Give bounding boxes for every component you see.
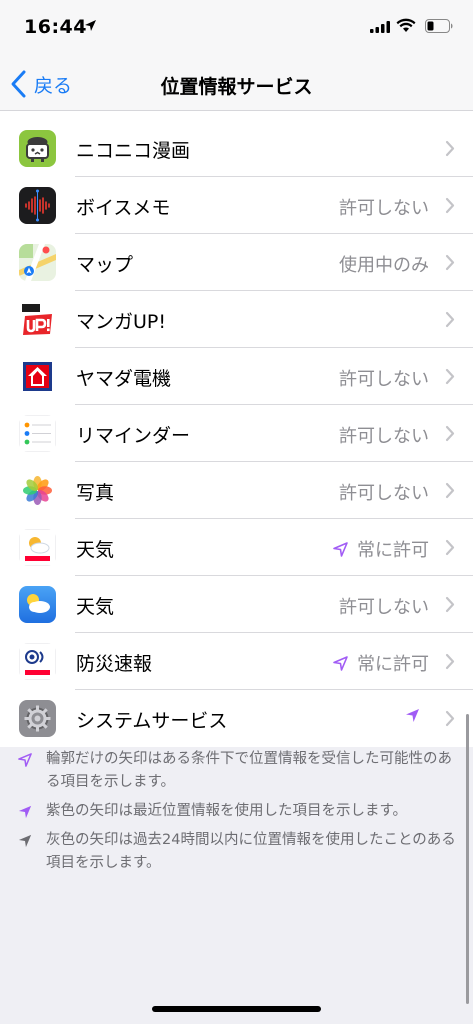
yahoo-weather-icon [19, 529, 56, 566]
purple-location-arrow-icon [406, 709, 419, 722]
cellular-signal-icon [370, 21, 390, 33]
yamada-denki-icon [19, 358, 56, 395]
gray-arrow-icon [18, 834, 32, 848]
legend-text: 輪郭だけの矢印はある条件下で位置情報を受信した可能性のある項目を示します。 [46, 751, 452, 790]
home-indicator[interactable] [152, 1006, 321, 1012]
app-row-yahoo-weather[interactable]: 天気 常に許可 [0, 519, 473, 576]
chevron-right-icon [445, 482, 455, 499]
app-row-weather[interactable]: 天気 許可しない [0, 576, 473, 633]
outline-arrow-icon [18, 753, 32, 767]
app-row-reminders[interactable]: リマインダー 許可しない [0, 405, 473, 462]
outline-location-arrow-icon [333, 655, 348, 671]
location-arrow-legend: 輪郭だけの矢印はある条件下で位置情報を受信した可能性のある項目を示します。 紫色… [0, 748, 473, 881]
chevron-right-icon [445, 254, 455, 271]
scroll-indicator[interactable] [466, 714, 469, 1004]
reminders-icon [19, 415, 56, 452]
page-title: 位置情報サービス [160, 76, 313, 98]
permission-value: 常に許可 [332, 536, 429, 562]
photos-icon [19, 472, 56, 509]
chevron-right-icon [445, 539, 455, 556]
app-row-maps[interactable]: マップ 使用中のみ [0, 234, 473, 291]
legend-text: 紫色の矢印は最近位置情報を使用した項目を示します。 [46, 803, 408, 819]
app-row-bousai[interactable]: 防災速報 常に許可 [0, 633, 473, 690]
app-name: ニコニコ漫画 [76, 140, 191, 162]
app-name: システムサービス [76, 710, 228, 732]
location-arrow-icon [85, 20, 96, 31]
permission-text: 許可しない [339, 198, 429, 219]
permission-text: 常に許可 [357, 540, 429, 561]
maps-icon [19, 244, 56, 281]
app-name: マンガUP! [76, 311, 166, 333]
permission-value: 許可しない [339, 194, 429, 220]
app-name: 天気 [76, 596, 115, 618]
permission-text: 許可しない [339, 426, 429, 447]
app-row-niconico-manga[interactable]: ニコニコ漫画 [0, 120, 473, 177]
permission-value [404, 707, 429, 724]
permission-text: 使用中のみ [339, 255, 429, 276]
legend-note-purple: 紫色の矢印は最近位置情報を使用した項目を示します。 [0, 800, 473, 823]
permission-text: 常に許可 [357, 654, 429, 675]
permission-value: 許可しない [339, 479, 429, 505]
chevron-right-icon [445, 311, 455, 328]
purple-arrow-icon [18, 805, 32, 819]
chevron-right-icon [445, 368, 455, 385]
legend-text: 灰色の矢印は過去24時間以内に位置情報を使用したことのある項目を示します。 [46, 832, 456, 871]
app-name: 防災速報 [76, 653, 153, 675]
app-row-manga-up[interactable]: マンガUP! [0, 291, 473, 348]
status-bar: 16:44 [0, 0, 473, 60]
niconico-manga-icon [19, 130, 56, 167]
app-row-voice-memo[interactable]: ボイスメモ 許可しない [0, 177, 473, 234]
wifi-icon [396, 18, 416, 32]
app-location-list: ニコニコ漫画 ボイスメモ 許可しない マップ 使用中のみ マンガUP! ヤマダ電… [0, 120, 473, 747]
permission-value: 許可しない [339, 593, 429, 619]
manga-up-icon [19, 301, 56, 338]
app-name: 天気 [76, 539, 115, 561]
bousai-icon [19, 643, 56, 680]
permission-text: 許可しない [339, 369, 429, 390]
chevron-right-icon [445, 653, 455, 670]
app-name: リマインダー [76, 425, 191, 447]
settings-icon [19, 700, 56, 737]
app-name: ヤマダ電機 [76, 368, 172, 390]
chevron-right-icon [445, 710, 455, 727]
permission-value: 許可しない [339, 422, 429, 448]
list-top-spacer [0, 111, 473, 120]
chevron-right-icon [445, 596, 455, 613]
status-time: 16:44 [24, 16, 87, 38]
app-row-system-services[interactable]: システムサービス [0, 690, 473, 747]
permission-value: 常に許可 [332, 650, 429, 676]
weather-icon [19, 586, 56, 623]
chevron-right-icon [445, 425, 455, 442]
app-name: マップ [76, 254, 134, 276]
app-row-yamada-denki[interactable]: ヤマダ電機 許可しない [0, 348, 473, 405]
app-row-photos[interactable]: 写真 許可しない [0, 462, 473, 519]
chevron-right-icon [445, 197, 455, 214]
chevron-right-icon [445, 140, 455, 157]
voice-memo-icon [19, 187, 56, 224]
permission-text: 許可しない [339, 483, 429, 504]
permission-value: 使用中のみ [339, 251, 429, 277]
battery-icon [425, 19, 453, 33]
permission-value: 許可しない [339, 365, 429, 391]
navigation-bar: 戻る 位置情報サービス [0, 60, 473, 111]
permission-text: 許可しない [339, 597, 429, 618]
app-name: 写真 [76, 482, 115, 504]
outline-location-arrow-icon [333, 541, 348, 557]
legend-note-outline: 輪郭だけの矢印はある条件下で位置情報を受信した可能性のある項目を示します。 [0, 748, 473, 794]
legend-note-gray: 灰色の矢印は過去24時間以内に位置情報を使用したことのある項目を示します。 [0, 829, 473, 875]
app-name: ボイスメモ [76, 197, 171, 219]
